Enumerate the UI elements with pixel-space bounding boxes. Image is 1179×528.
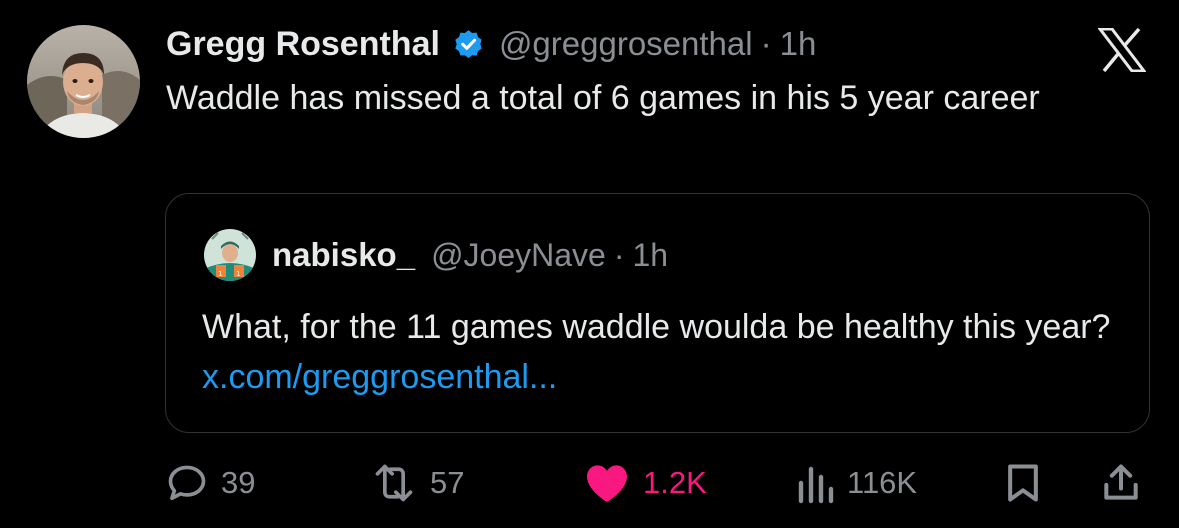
share-button[interactable] — [1099, 455, 1143, 510]
reply-button[interactable]: 39 — [165, 455, 255, 510]
quoted-tweet-body: What, for the 11 games waddle woulda be … — [202, 308, 1111, 346]
author-name[interactable]: Gregg Rosenthal — [166, 25, 440, 64]
separator-dot: · — [760, 25, 772, 62]
quoted-author-handle[interactable]: @JoeyNave — [431, 237, 606, 274]
tweet-header: Gregg Rosenthal @greggrosenthal · 1h — [166, 22, 816, 66]
quoted-author-avatar[interactable]: 1 1 — [204, 229, 256, 281]
repost-icon — [375, 464, 413, 501]
bookmark-icon — [1008, 463, 1038, 502]
quoted-tweet-timestamp[interactable]: 1h — [633, 237, 669, 274]
repost-count: 57 — [430, 464, 465, 500]
like-icon — [587, 464, 627, 502]
like-count: 1.2K — [643, 464, 707, 500]
svg-text:1: 1 — [218, 270, 222, 278]
quoted-tweet-card[interactable]: 1 1 nabisko_ @JoeyNave · 1h What, for th… — [165, 193, 1150, 433]
author-avatar[interactable] — [27, 25, 140, 138]
bookmark-button[interactable] — [1003, 455, 1043, 510]
views-icon — [798, 466, 834, 503]
like-button[interactable]: 1.2K — [583, 455, 707, 510]
quoted-tweet-link[interactable]: x.com/greggrosenthal... — [202, 358, 557, 396]
repost-button[interactable]: 57 — [370, 455, 464, 510]
quoted-tweet-header: nabisko_ @JoeyNave · 1h — [272, 232, 668, 278]
share-icon — [1104, 463, 1138, 500]
quoted-author-name[interactable]: nabisko_ — [272, 236, 415, 274]
x-logo-icon — [1096, 27, 1148, 73]
author-handle[interactable]: @greggrosenthal — [499, 25, 753, 63]
reply-count: 39 — [221, 464, 256, 500]
separator-dot: · — [613, 236, 625, 273]
tweet-timestamp[interactable]: 1h — [780, 25, 817, 63]
verified-badge-icon — [455, 29, 482, 58]
svg-text:1: 1 — [236, 270, 240, 278]
tweet-action-bar: 39 57 1.2K 116K — [0, 455, 1179, 510]
views-count: 116K — [847, 464, 918, 500]
quoted-tweet-text: What, for the 11 games waddle woulda be … — [202, 302, 1132, 402]
tweet-text: Waddle has missed a total of 6 games in … — [166, 79, 1040, 117]
views-button[interactable]: 116K — [795, 455, 917, 510]
reply-icon — [168, 465, 206, 500]
